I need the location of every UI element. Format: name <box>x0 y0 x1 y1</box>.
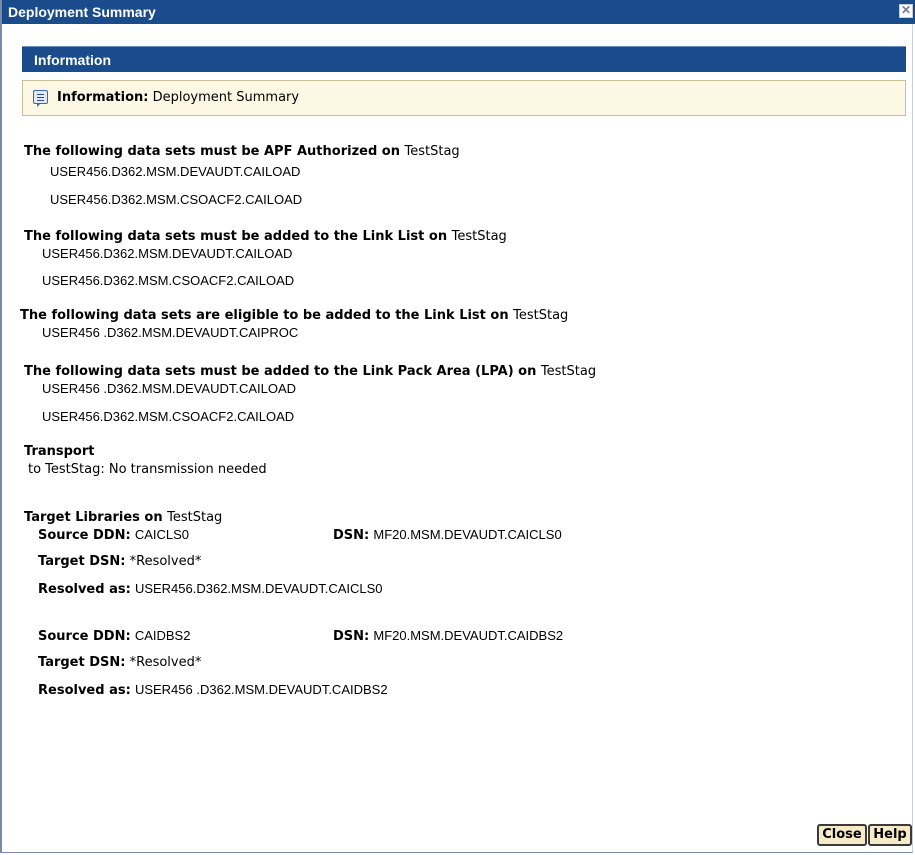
source-ddn-field: Source DDN: CAICLS0 <box>38 527 190 543</box>
apf-dataset: USER456.D362.MSM.CSOACF2.CAILOAD <box>50 192 303 207</box>
resolved-as-field: Resolved as: USER456.D362.MSM.DEVAUDT.CA… <box>38 581 383 597</box>
eligible-dataset: USER456 .D362.MSM.DEVAUDT.CAIPROC <box>42 325 299 340</box>
section-title: Information <box>34 52 111 68</box>
dsn-field: DSN: MF20.MSM.DEVAUDT.CAICLS0 <box>333 527 562 543</box>
lpa-heading: The following data sets must be added to… <box>24 364 597 379</box>
target-dsn-field: Target DSN: *Resolved* <box>38 655 202 670</box>
window-title: Deployment Summary <box>8 4 156 20</box>
linklist-dataset: USER456.D362.MSM.CSOACF2.CAILOAD <box>42 273 295 288</box>
apf-dataset: USER456.D362.MSM.DEVAUDT.CAILOAD <box>50 164 301 179</box>
target-libraries-heading: Target Libraries on TestStag <box>24 510 223 525</box>
target-libraries-target: TestStag <box>167 510 223 525</box>
info-label: Information: <box>57 90 149 105</box>
apf-target: TestStag <box>404 144 460 159</box>
lpa-dataset: USER456 .D362.MSM.DEVAUDT.CAILOAD <box>42 381 297 396</box>
information-banner: Information: Deployment Summary <box>22 80 906 116</box>
title-bar: Deployment Summary ✕ <box>2 0 915 24</box>
linklist-heading: The following data sets must be added to… <box>24 229 507 244</box>
linklist-dataset: USER456.D362.MSM.DEVAUDT.CAILOAD <box>42 246 293 261</box>
eligible-target: TestStag <box>513 308 569 323</box>
lpa-target: TestStag <box>540 364 597 379</box>
section-header: Information <box>22 46 906 72</box>
help-button[interactable]: Help <box>868 824 912 846</box>
target-dsn-field: Target DSN: *Resolved* <box>38 554 202 569</box>
resolved-as-field: Resolved as: USER456 .D362.MSM.DEVAUDT.C… <box>38 682 388 698</box>
linklist-target: TestStag <box>451 229 507 244</box>
transport-text: to TestStag: No transmission needed <box>28 462 267 477</box>
close-icon[interactable]: ✕ <box>899 4 913 18</box>
deployment-summary-dialog: Deployment Summary ✕ Information Informa… <box>0 0 915 853</box>
apf-heading: The following data sets must be APF Auth… <box>24 144 460 159</box>
lpa-dataset: USER456.D362.MSM.CSOACF2.CAILOAD <box>42 409 295 424</box>
info-icon <box>33 90 48 107</box>
transport-heading: Transport <box>24 444 95 459</box>
eligible-heading: The following data sets are eligible to … <box>20 308 569 323</box>
dsn-field: DSN: MF20.MSM.DEVAUDT.CAIDBS2 <box>333 628 564 644</box>
close-button[interactable]: Close <box>817 824 867 846</box>
info-text: Deployment Summary <box>152 90 300 105</box>
source-ddn-field: Source DDN: CAIDBS2 <box>38 628 191 644</box>
